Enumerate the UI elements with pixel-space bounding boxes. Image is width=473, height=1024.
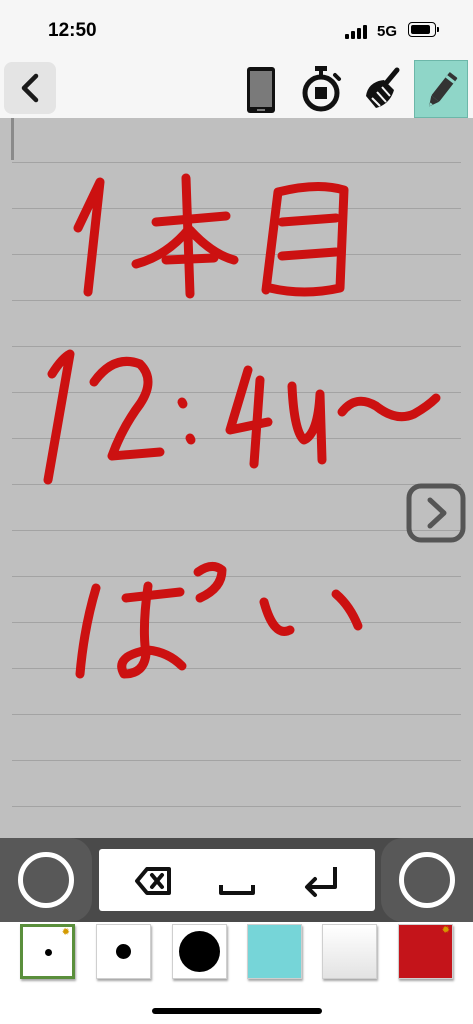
circle-icon	[399, 852, 455, 908]
status-bar: 12:50 5G	[0, 0, 473, 56]
phone-icon	[247, 67, 275, 113]
medium-pen-swatch[interactable]	[96, 924, 151, 979]
handwriting-line-1	[73, 173, 349, 299]
clear-button[interactable]	[354, 60, 408, 118]
chevron-right-icon	[406, 483, 466, 543]
cyan-color-swatch[interactable]	[247, 924, 302, 979]
gear-icon: ✹	[61, 927, 70, 938]
next-page-button[interactable]	[405, 482, 467, 544]
network-type: 5G	[377, 23, 398, 40]
key-panel	[99, 849, 375, 911]
large-pen-swatch[interactable]	[172, 924, 227, 979]
medium-dot-icon	[116, 944, 131, 959]
handwriting-line-2	[43, 349, 441, 485]
timer-button[interactable]	[294, 60, 348, 118]
home-indicator[interactable]	[152, 1008, 322, 1014]
return-key[interactable]	[295, 861, 351, 901]
stopwatch-icon	[302, 66, 341, 112]
phone-mode-button[interactable]	[234, 60, 288, 118]
signal-icon	[345, 25, 371, 39]
battery-icon	[408, 22, 439, 37]
broom-icon	[366, 67, 400, 108]
status-time: 12:50	[48, 20, 97, 41]
back-button[interactable]	[4, 62, 56, 114]
key-row	[0, 838, 473, 922]
white-color-swatch[interactable]	[322, 924, 377, 979]
chevron-left-icon	[21, 73, 39, 103]
small-pen-swatch[interactable]: ✹	[20, 924, 75, 979]
pen-tool-button[interactable]	[414, 60, 468, 118]
handwritten-ink	[43, 173, 441, 679]
note-canvas[interactable]	[0, 118, 473, 838]
red-color-swatch[interactable]: ✹	[398, 924, 453, 979]
right-circle-button[interactable]	[381, 838, 473, 922]
large-dot-icon	[179, 931, 220, 972]
backspace-key[interactable]	[125, 861, 181, 901]
pen-palette: ✹ ✹	[0, 922, 473, 1024]
backspace-icon	[135, 867, 171, 895]
gear-icon: ✹	[441, 925, 450, 936]
handwriting-line-3	[75, 562, 363, 679]
small-dot-icon	[45, 949, 52, 956]
space-icon	[219, 885, 255, 895]
toolbar	[0, 56, 473, 118]
return-icon	[305, 867, 337, 897]
space-key[interactable]	[209, 861, 265, 901]
left-circle-button[interactable]	[0, 838, 92, 922]
circle-icon	[18, 852, 74, 908]
pencil-icon	[429, 72, 458, 107]
